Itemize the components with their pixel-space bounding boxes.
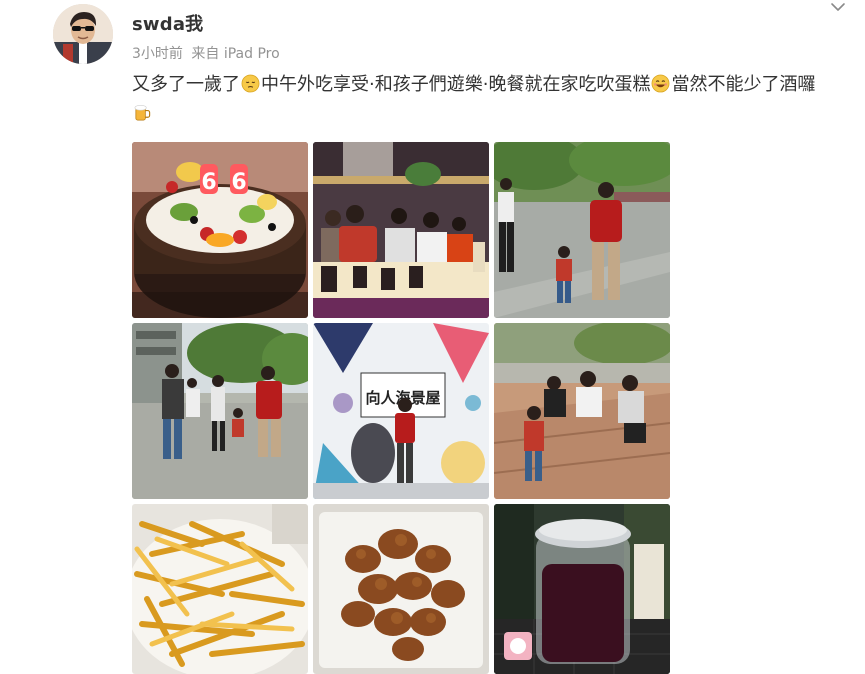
post-source: 来自 iPad Pro — [191, 46, 280, 62]
cake-candle-6-left: 6 — [201, 170, 216, 195]
walkway-family-photo[interactable] — [494, 142, 670, 318]
boardwalk-sitting-photo[interactable] — [494, 323, 670, 499]
avatar-image — [53, 4, 113, 64]
post-meta: 3小时前 来自 iPad Pro — [132, 43, 280, 63]
post-text-part-2: 中午外吃享受·和孩子們遊樂·晚餐就在家吃吹蛋糕 — [261, 74, 651, 95]
wine-jar-photo[interactable] — [494, 504, 670, 674]
mural-wall-photo[interactable]: 向人海景屋 — [313, 323, 489, 499]
post-text-part-3: 當然不能少了酒囉 — [671, 74, 816, 95]
post-text-part-1: 又多了一歲了 — [132, 74, 240, 95]
beer-mug-emoji — [133, 102, 152, 121]
plaza-walk-photo[interactable] — [132, 323, 308, 499]
grinning-face-emoji — [651, 73, 670, 93]
cake-candle-6-right: 6 — [231, 170, 246, 195]
user-avatar[interactable] — [53, 4, 113, 64]
post-time[interactable]: 3小时前 — [132, 46, 183, 62]
post-username[interactable]: swda我 — [132, 10, 203, 36]
photo-grid: 6 6 向人海景屋 — [132, 142, 672, 674]
fried-chicken-photo[interactable] — [313, 504, 489, 674]
birthday-cake-photo[interactable]: 6 6 — [132, 142, 308, 318]
pensive-face-emoji — [241, 73, 260, 93]
chevron-down-icon[interactable] — [828, 0, 848, 14]
french-fries-photo[interactable] — [132, 504, 308, 674]
weibo-post: swda我 3小时前 来自 iPad Pro 又多了一歲了 中午外吃享受·和孩子們… — [0, 0, 865, 674]
post-text: 又多了一歲了 中午外吃享受·和孩子們遊樂·晚餐就在家吃吹蛋糕 當然不能少了酒囉 — [132, 70, 852, 128]
restaurant-family-photo[interactable] — [313, 142, 489, 318]
